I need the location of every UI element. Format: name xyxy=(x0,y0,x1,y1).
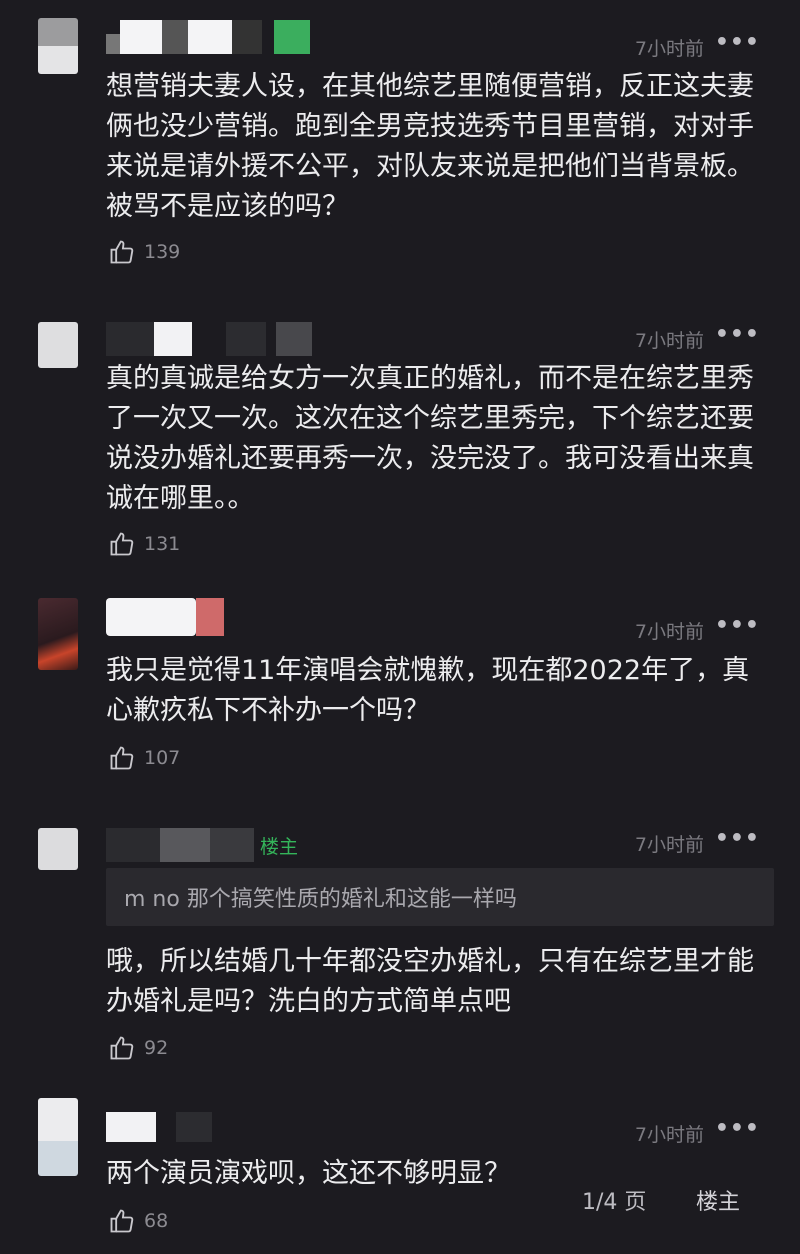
avatar[interactable] xyxy=(38,322,78,368)
like-button[interactable]: 68 xyxy=(108,1207,168,1235)
username-redacted[interactable] xyxy=(106,18,310,56)
username-redacted[interactable] xyxy=(106,320,312,358)
more-dots-icon[interactable]: ••• xyxy=(715,322,760,347)
timestamp: 7小时前 xyxy=(634,1124,704,1146)
like-count: 92 xyxy=(144,1037,169,1059)
username-redacted[interactable] xyxy=(106,598,224,636)
thumbs-up-icon xyxy=(110,746,134,770)
like-button[interactable]: 107 xyxy=(108,744,180,772)
comment-text: 哦，所以结婚几十年都没空办婚礼，只有在综艺里才能办婚礼是吗？洗白的方式简单点吧 xyxy=(106,946,754,1017)
username-redacted[interactable] xyxy=(106,1108,212,1146)
owner-tag: 楼主 xyxy=(260,835,299,858)
like-button[interactable]: 92 xyxy=(108,1034,168,1062)
more-dots-icon[interactable]: ••• xyxy=(715,30,760,55)
thumbs-up-icon xyxy=(110,532,134,556)
comment-text: 我只是觉得11年演唱会就愧歉，现在都2022年了，真心歉疚私下不补办一个吗？ xyxy=(106,655,750,726)
comment-text: 真的真诚是给女方一次真正的婚礼，而不是在综艺里秀了一次又一次。这次在这个综艺里秀… xyxy=(106,363,754,514)
page-indicator[interactable]: 1/4 页 xyxy=(582,1184,646,1216)
like-count: 68 xyxy=(144,1210,169,1232)
like-count: 139 xyxy=(144,241,181,263)
avatar[interactable] xyxy=(38,18,78,74)
thumbs-up-icon xyxy=(110,1209,134,1233)
like-button[interactable]: 139 xyxy=(108,238,180,266)
timestamp: 7小时前 xyxy=(634,330,704,352)
timestamp: 7小时前 xyxy=(634,621,704,643)
like-count: 107 xyxy=(144,747,181,769)
avatar[interactable] xyxy=(38,828,78,870)
timestamp: 7小时前 xyxy=(634,834,704,856)
thumbs-up-icon xyxy=(110,1036,134,1060)
comment-text: 想营销夫妻人设，在其他综艺里随便营销，反正这夫妻俩也没少营销。跑到全男竞技选秀节… xyxy=(106,71,754,222)
like-button[interactable]: 131 xyxy=(108,530,180,558)
thumbs-up-icon xyxy=(110,240,134,264)
more-dots-icon[interactable]: ••• xyxy=(715,1116,760,1141)
more-dots-icon[interactable]: ••• xyxy=(715,613,760,638)
like-count: 131 xyxy=(144,533,181,555)
username-redacted[interactable]: 楼主 xyxy=(106,826,298,864)
more-dots-icon[interactable]: ••• xyxy=(715,826,760,851)
quoted-reply[interactable]: m no 那个搞笑性质的婚礼和这能一样吗 xyxy=(106,868,774,926)
comment-text: 两个演员演戏呗，这还不够明显？ xyxy=(106,1158,511,1189)
avatar[interactable] xyxy=(38,1098,78,1176)
avatar[interactable] xyxy=(38,598,78,670)
timestamp: 7小时前 xyxy=(634,38,704,60)
owner-only-button[interactable]: 楼主 xyxy=(696,1184,740,1216)
